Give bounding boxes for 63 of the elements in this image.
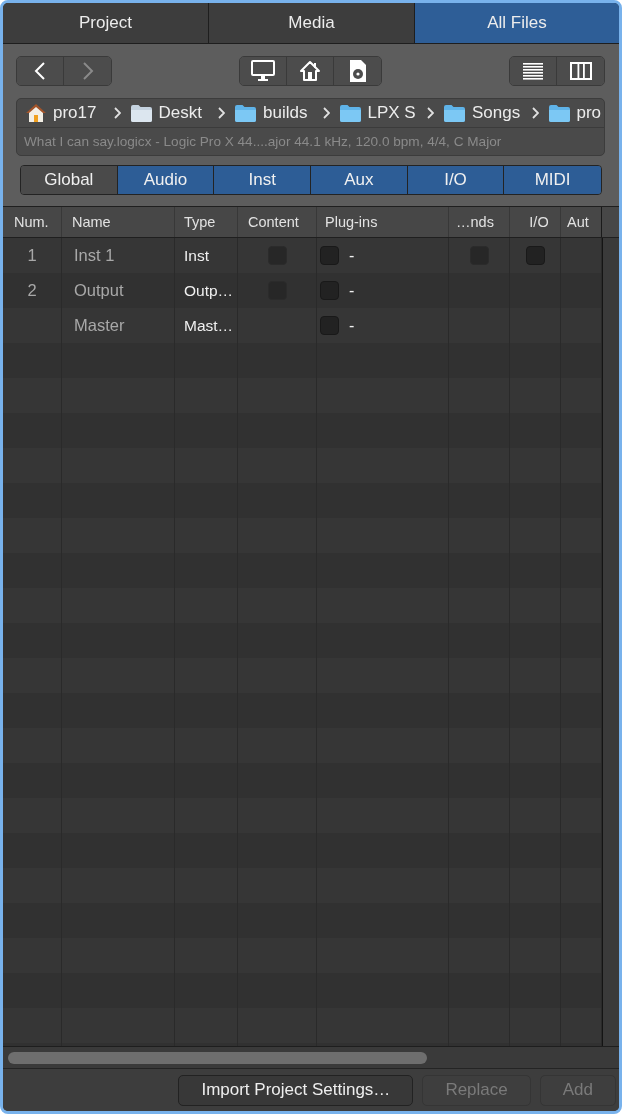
file-info: What I can say.logicx - Logic Pro X 44....ajor 44.1 kHz, 120.0 bpm, 4/4, C Major (23, 133, 503, 151)
computer-button[interactable] (240, 57, 287, 85)
chevron-left-icon (34, 61, 46, 81)
chevron-right-icon (531, 107, 539, 119)
folder-icon (547, 103, 571, 123)
filter-button[interactable]: MIDI (504, 166, 601, 194)
column-header[interactable]: …nds (456, 214, 494, 230)
tab[interactable]: All Files (415, 3, 619, 43)
chevron-right-icon (427, 107, 434, 119)
column-header[interactable]: Type (184, 214, 216, 230)
columns-view-icon (569, 62, 592, 80)
house-icon (25, 103, 47, 123)
filter-button[interactable]: Aux (311, 166, 408, 194)
folder-icon (443, 103, 466, 123)
column-header[interactable]: Aut (567, 214, 589, 230)
folder-icon (129, 103, 153, 123)
chevron-right-icon (322, 107, 330, 119)
action-button[interactable]: Import Project Settings… (178, 1074, 414, 1106)
column-header[interactable]: I/O (529, 214, 549, 230)
track-type: Mast… (184, 316, 234, 335)
filter-button[interactable]: Audio (117, 166, 215, 194)
path-item[interactable]: Songs (439, 103, 521, 123)
scrollbar-thumb[interactable] (8, 1052, 427, 1064)
chevron-right-icon (81, 61, 94, 81)
checkbox[interactable] (525, 246, 545, 265)
folder-icon (234, 103, 257, 123)
path-item[interactable]: pro (543, 103, 602, 123)
column-header[interactable]: Plug-ins (325, 214, 378, 230)
checkbox[interactable] (320, 246, 339, 265)
list-view-button[interactable] (510, 57, 557, 85)
filter-button[interactable]: Global (21, 166, 118, 194)
checkbox[interactable] (320, 281, 339, 300)
project-button[interactable] (334, 57, 381, 85)
column-view-button[interactable] (557, 57, 604, 85)
checkbox[interactable] (320, 316, 339, 335)
monitor-icon (251, 60, 275, 82)
track-type: Outp… (184, 281, 234, 300)
column-header[interactable]: Num. (14, 214, 49, 230)
home-button[interactable] (287, 57, 334, 85)
home-icon (299, 60, 321, 82)
track-name: Output (74, 281, 124, 300)
path-item[interactable]: pro17 (21, 103, 97, 123)
filter-button[interactable]: I/O (407, 166, 505, 194)
track-name: Master (74, 316, 125, 335)
track-type: Inst (184, 246, 209, 265)
chevron-right-icon (113, 107, 121, 119)
folder-icon (338, 103, 362, 123)
back-button[interactable] (17, 57, 64, 85)
filter-button[interactable]: Inst (214, 166, 311, 194)
column-header[interactable]: Content (248, 214, 299, 230)
plugin-value: - (349, 281, 355, 300)
plugin-value: - (349, 246, 355, 265)
track-name: Inst 1 (74, 246, 115, 265)
list-view-icon (522, 62, 544, 80)
tab[interactable]: Project (3, 3, 209, 43)
track-number: 1 (27, 246, 37, 265)
path-item[interactable]: builds (230, 103, 308, 123)
track-number: 2 (27, 281, 37, 300)
column-header[interactable]: Name (72, 214, 111, 230)
path-item[interactable]: Deskt (125, 103, 202, 123)
path-item[interactable]: LPX S (334, 103, 416, 123)
chevron-right-icon (218, 107, 225, 119)
plugin-value: - (349, 316, 355, 335)
